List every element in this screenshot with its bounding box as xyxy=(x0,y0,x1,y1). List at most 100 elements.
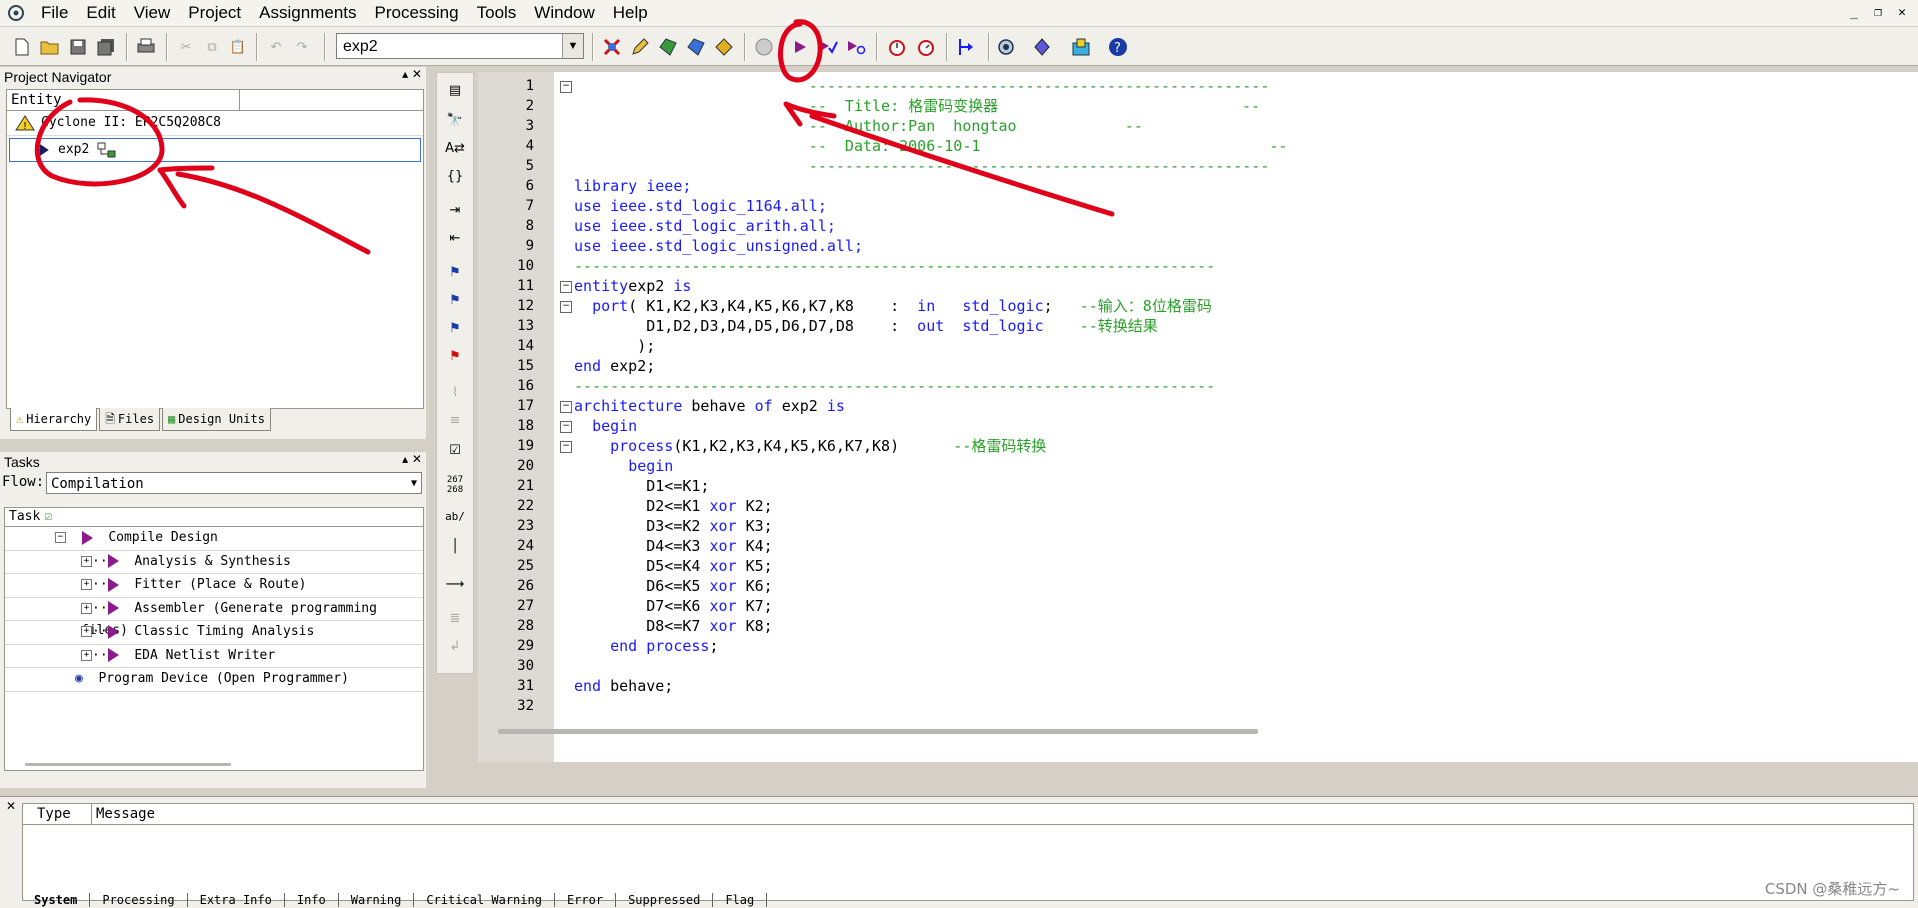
next-bookmark-icon[interactable]: ⚑ xyxy=(443,289,467,311)
fold-icon[interactable]: − xyxy=(560,301,572,313)
tab-design-units[interactable]: ▦ Design Units xyxy=(162,408,271,431)
message-tab-extra-info[interactable]: Extra Info xyxy=(188,893,285,907)
wrap-icon[interactable]: ↲ xyxy=(443,635,467,657)
code-line[interactable]: entityexp2 is xyxy=(574,276,1287,296)
code-line[interactable]: library ieee; xyxy=(574,176,1287,196)
chevron-down-icon[interactable]: ▼ xyxy=(411,473,417,495)
message-tab-error[interactable]: Error xyxy=(555,893,617,907)
code-line[interactable] xyxy=(574,696,1287,716)
code-line[interactable]: ----------------------------------------… xyxy=(574,376,1287,396)
paste-icon[interactable]: 📋 xyxy=(226,35,250,59)
code-line[interactable]: D3<=K2 xor K3; xyxy=(574,516,1287,536)
code-line[interactable]: end behave; xyxy=(574,676,1287,696)
menu-item-edit[interactable]: Edit xyxy=(77,3,124,23)
task-hscroll[interactable] xyxy=(25,763,231,766)
message-tab-system[interactable]: System xyxy=(22,893,91,907)
assembler-icon[interactable] xyxy=(712,35,736,59)
save-all-icon[interactable] xyxy=(94,35,118,59)
menu-item-help[interactable]: Help xyxy=(604,3,657,23)
fold-icon[interactable]: − xyxy=(560,81,572,93)
task-compile-design[interactable]: − Compile Design xyxy=(5,527,423,551)
indent-icon[interactable]: ⇥ xyxy=(443,199,467,221)
device-row[interactable]: ! Cyclone II: EP2C5Q208C8 xyxy=(7,111,423,136)
page-icon[interactable]: ≡ xyxy=(443,409,467,431)
close-icon[interactable]: ✕ xyxy=(6,799,16,813)
code-line[interactable]: ); xyxy=(574,336,1287,356)
code-line[interactable]: ----------------------------------------… xyxy=(574,256,1287,276)
menu-item-project[interactable]: Project xyxy=(179,3,250,23)
editor-hscroll[interactable] xyxy=(498,729,1258,734)
code-line[interactable]: architecture behave of exp2 is xyxy=(574,396,1287,416)
fold-icon[interactable]: − xyxy=(560,421,572,433)
message-tab-critical-warning[interactable]: Critical Warning xyxy=(414,893,555,907)
vertical-bar-icon[interactable]: │ xyxy=(443,535,467,557)
code-line[interactable]: use ieee.std_logic_arith.all; xyxy=(574,216,1287,236)
save-icon[interactable] xyxy=(66,35,90,59)
code-text[interactable]: ----------------------------------------… xyxy=(574,76,1287,716)
timequest-icon[interactable] xyxy=(914,35,938,59)
start-compilation-icon[interactable] xyxy=(788,35,812,59)
code-line[interactable]: D2<=K1 xor K2; xyxy=(574,496,1287,516)
toggle-comment-icon[interactable]: ab/ xyxy=(443,505,467,527)
code-line[interactable]: D4<=K3 xor K4; xyxy=(574,536,1287,556)
message-tab-info[interactable]: Info xyxy=(285,893,339,907)
analysis-synthesis-icon[interactable] xyxy=(656,35,680,59)
redo-icon[interactable]: ↷ xyxy=(290,35,314,59)
find-replace-icon[interactable]: A⇄ xyxy=(443,137,467,159)
insert-template-icon[interactable]: ▤ xyxy=(443,79,467,101)
unindent-icon[interactable]: ⇤ xyxy=(443,227,467,249)
help-icon[interactable]: ? xyxy=(1106,35,1130,59)
find-icon[interactable]: 🔭 xyxy=(443,109,467,131)
tab-files[interactable]: 🗎 Files xyxy=(99,408,161,431)
code-line[interactable]: process(K1,K2,K3,K4,K5,K6,K7,K8) --格雷码转换 xyxy=(574,436,1287,456)
menu-item-view[interactable]: View xyxy=(125,3,180,23)
code-line[interactable] xyxy=(574,656,1287,676)
megawizard-icon[interactable] xyxy=(1070,35,1094,59)
code-line[interactable]: ----------------------------------------… xyxy=(574,156,1287,176)
task-assembler[interactable]: + ·· Assembler (Generate programming file… xyxy=(5,598,423,638)
chip-planner-icon[interactable] xyxy=(954,35,978,59)
code-line[interactable]: use ieee.std_logic_1164.all; xyxy=(574,196,1287,216)
fold-icon[interactable]: − xyxy=(560,401,572,413)
code-line[interactable]: end process; xyxy=(574,636,1287,656)
fitter-icon[interactable] xyxy=(684,35,708,59)
attach-icon[interactable]: ⌇ xyxy=(443,381,467,403)
pencil-icon[interactable] xyxy=(628,35,652,59)
new-file-icon[interactable] xyxy=(10,35,34,59)
bookmark-icon[interactable]: ⚑ xyxy=(443,261,467,283)
code-line[interactable]: D8<=K7 xor K8; xyxy=(574,616,1287,636)
menu-item-tools[interactable]: Tools xyxy=(468,3,526,23)
task-program-device[interactable]: ◉ Program Device (Open Programmer) xyxy=(5,668,423,692)
print-icon[interactable] xyxy=(134,35,158,59)
panel-pin-close-icon[interactable]: ▴ ✕ xyxy=(402,67,422,81)
entity-select[interactable]: exp2 ▼ xyxy=(336,33,584,59)
signaltap-icon[interactable] xyxy=(1030,35,1054,59)
task-classic-timing[interactable]: + ·· Classic Timing Analysis xyxy=(5,621,423,645)
menu-item-file[interactable]: File xyxy=(32,3,77,23)
code-line[interactable]: end exp2; xyxy=(574,356,1287,376)
flow-select[interactable]: Compilation ▼ xyxy=(46,472,422,494)
timing-icon[interactable] xyxy=(752,35,776,59)
close-icon[interactable]: ✕ xyxy=(1892,3,1912,21)
message-tab-flag[interactable]: Flag xyxy=(713,893,768,907)
message-tab-suppressed[interactable]: Suppressed xyxy=(616,893,714,907)
code-line[interactable]: D7<=K6 xor K7; xyxy=(574,596,1287,616)
tab-hierarchy[interactable]: ⚠ Hierarchy xyxy=(10,408,98,431)
prev-bookmark-icon[interactable]: ⚑ xyxy=(443,317,467,339)
message-tab-processing[interactable]: Processing xyxy=(90,893,188,907)
entity-row-exp2[interactable]: exp2 xyxy=(9,138,421,162)
minimize-icon[interactable]: _ xyxy=(1844,3,1864,21)
fold-icon[interactable]: − xyxy=(560,281,572,293)
stop-processing-icon[interactable] xyxy=(600,35,624,59)
fold-icon[interactable]: − xyxy=(560,441,572,453)
task-fitter[interactable]: + ·· Fitter (Place & Route) xyxy=(5,574,423,598)
panel-pin-close-icon[interactable]: ▴ ✕ xyxy=(402,452,422,466)
task-eda-netlist[interactable]: + ·· EDA Netlist Writer xyxy=(5,645,423,668)
start-analysis-icon[interactable] xyxy=(816,35,840,59)
format-icon[interactable]: ≣ xyxy=(443,607,467,629)
code-editor[interactable]: 1 2 3 4 5 6 7 8 9 10 11 12 13 14 15 16 17 18 19 20 21 22 23 24 2… xyxy=(478,72,1918,762)
open-folder-icon[interactable] xyxy=(38,35,62,59)
code-line[interactable]: use ieee.std_logic_unsigned.all; xyxy=(574,236,1287,256)
menu-item-processing[interactable]: Processing xyxy=(366,3,468,23)
menu-item-assignments[interactable]: Assignments xyxy=(250,3,365,23)
